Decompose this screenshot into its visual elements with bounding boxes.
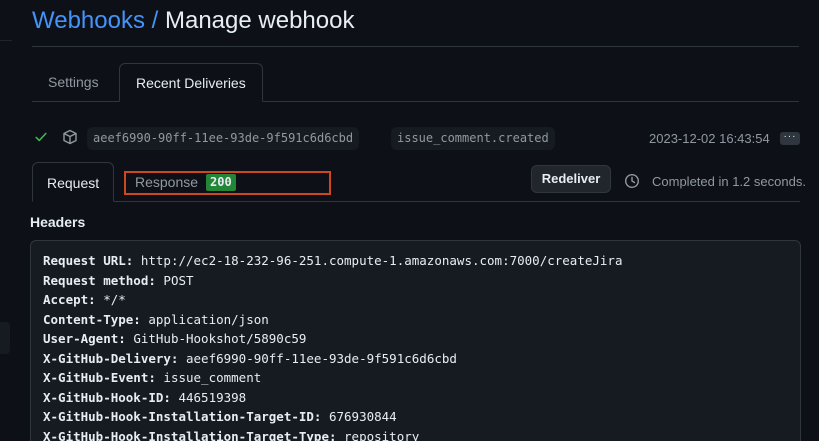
clock-icon xyxy=(624,173,640,189)
delivery-row[interactable]: aeef6990-90ff-11ee-93de-9f591c6d6cbd iss… xyxy=(32,127,802,151)
header-value: */* xyxy=(95,292,126,307)
header-line: X-GitHub-Hook-ID: 446519398 xyxy=(43,388,788,408)
redeliver-button[interactable]: Redeliver xyxy=(531,165,611,193)
tab-request[interactable]: Request xyxy=(32,162,115,202)
check-icon xyxy=(35,132,47,142)
header-value: repository xyxy=(336,428,420,441)
header-value: application/json xyxy=(140,311,269,327)
header-key: Request URL: xyxy=(43,253,134,268)
title-divider xyxy=(32,46,799,47)
header-key: Accept: xyxy=(43,292,96,307)
headers-panel: Request URL: http://ec2-18-232-96-251.co… xyxy=(30,240,801,441)
left-gutter xyxy=(0,0,12,441)
gutter-handle[interactable] xyxy=(0,322,10,354)
more-options-button[interactable]: ··· xyxy=(780,132,800,145)
header-line: Request method: POST xyxy=(43,271,788,291)
header-value: aeef6990-90ff-11ee-93de-9f591c6d6cbd xyxy=(178,350,457,366)
delivery-timestamp: 2023-12-02 16:43:54 xyxy=(649,131,770,146)
delivery-guid: aeef6990-90ff-11ee-93de-9f591c6d6cbd xyxy=(87,127,360,150)
header-value: 676930844 xyxy=(321,409,397,424)
header-value: issue_comment xyxy=(155,370,262,385)
completion-time: Completed in 1.2 seconds. xyxy=(652,174,806,189)
breadcrumb-current: Manage webhook xyxy=(164,7,355,34)
header-key: X-GitHub-Hook-Installation-Target-ID: xyxy=(43,409,322,424)
header-line: User-Agent: GitHub-Hookshot/5890c59 xyxy=(43,329,788,349)
header-key: User-Agent: xyxy=(43,331,126,346)
header-key: X-GitHub-Event: xyxy=(43,370,156,385)
header-value: 446519398 xyxy=(170,389,247,405)
header-line: X-GitHub-Hook-Installation-Target-ID: 67… xyxy=(43,407,788,427)
header-key: X-GitHub-Hook-ID: xyxy=(43,389,171,405)
header-key: X-GitHub-Delivery: xyxy=(43,350,179,366)
tab-recent-deliveries[interactable]: Recent Deliveries xyxy=(119,63,263,102)
header-key: Request method: xyxy=(43,272,156,288)
breadcrumb-separator: / xyxy=(151,7,159,34)
delivery-event: issue_comment.created xyxy=(391,127,555,150)
tab-response[interactable]: Response 200 xyxy=(135,162,236,202)
header-line: Request URL: http://ec2-18-232-96-251.co… xyxy=(43,251,788,271)
header-value: POST xyxy=(155,272,194,288)
detail-tab-bar: Request Response 200 Redeliver Completed … xyxy=(32,162,806,202)
header-line: X-GitHub-Delivery: aeef6990-90ff-11ee-93… xyxy=(43,349,788,369)
tab-bar: Settings Recent Deliveries xyxy=(32,63,799,102)
header-key: X-GitHub-Hook-Installation-Target-Type: xyxy=(43,428,337,441)
header-line: X-GitHub-Event: issue_comment xyxy=(43,368,788,388)
tab-response-label: Response xyxy=(135,174,199,190)
response-status-badge: 200 xyxy=(206,174,236,191)
header-line: X-GitHub-Hook-Installation-Target-Type: … xyxy=(43,427,788,441)
breadcrumb-webhooks-link[interactable]: Webhooks xyxy=(32,7,145,34)
tab-settings[interactable]: Settings xyxy=(32,63,115,102)
page-title: Webhooks / Manage webhook xyxy=(32,6,354,36)
package-icon xyxy=(63,129,77,145)
header-value: http://ec2-18-232-96-251.compute-1.amazo… xyxy=(133,253,623,268)
header-key: Content-Type: xyxy=(43,311,141,327)
header-line: Content-Type: application/json xyxy=(43,310,788,330)
headers-title: Headers xyxy=(30,214,86,230)
header-value: GitHub-Hookshot/5890c59 xyxy=(125,331,307,346)
header-line: Accept: */* xyxy=(43,290,788,310)
gutter-divider xyxy=(0,40,12,41)
